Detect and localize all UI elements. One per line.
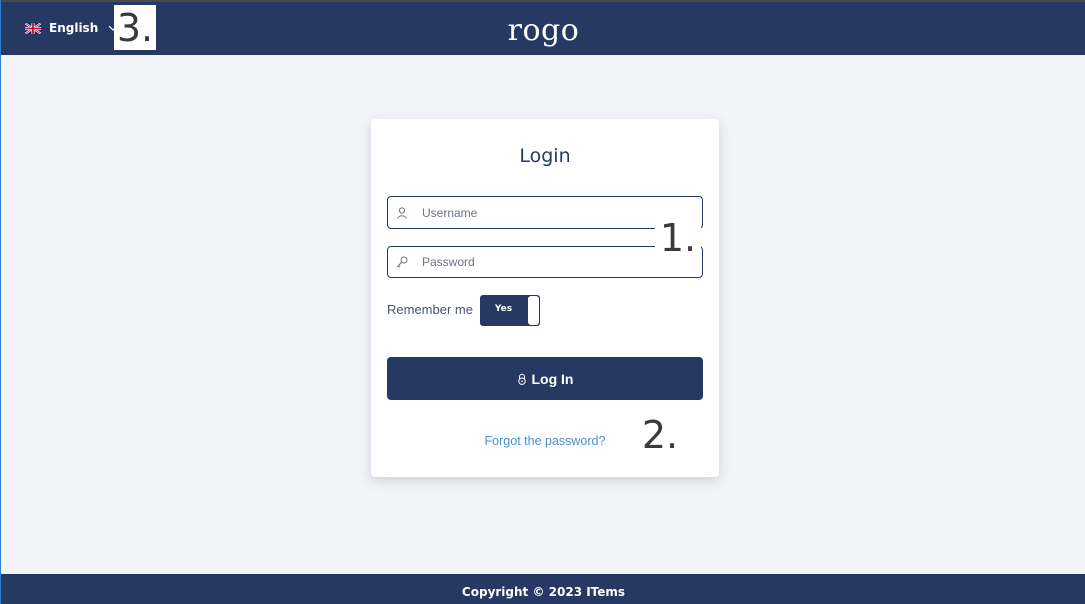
footer: Copyright © 2023 ITems <box>1 574 1085 604</box>
annotation-2: 2. <box>637 412 683 458</box>
lock-icon <box>517 373 526 385</box>
top-navbar: English rogo <box>1 2 1085 55</box>
toggle-knob <box>528 296 539 325</box>
login-button[interactable]: Log In <box>387 357 703 400</box>
login-page: English rogo 3. Login Remember me Yes <box>0 0 1085 604</box>
remember-me-label: Remember me <box>387 302 473 317</box>
login-title: Login <box>519 145 571 167</box>
user-icon <box>397 206 407 219</box>
copyright-text: Copyright © 2023 ITems <box>461 585 626 599</box>
annotation-3: 3. <box>114 5 156 50</box>
login-button-label: Log In <box>531 370 574 387</box>
toggle-label: Yes <box>494 304 513 314</box>
rogo-logo: rogo <box>507 13 580 48</box>
annotation-1: 1. <box>655 218 701 258</box>
remember-me-toggle[interactable]: Yes <box>480 295 540 326</box>
key-icon <box>396 256 408 268</box>
